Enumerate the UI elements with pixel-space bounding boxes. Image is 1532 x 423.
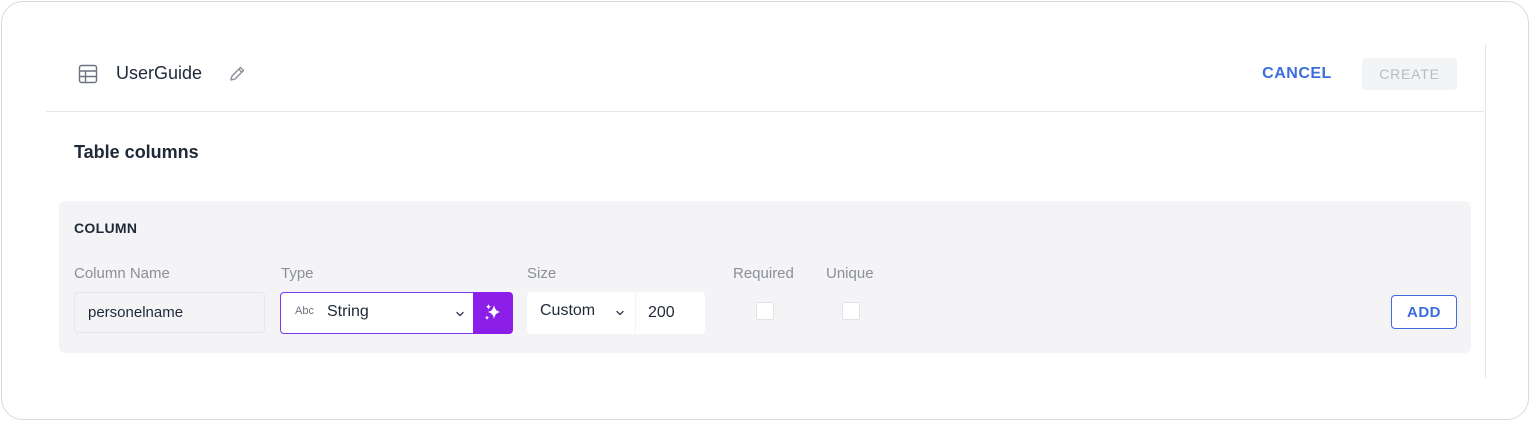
- magic-button[interactable]: [473, 292, 513, 334]
- chevron-down-icon: [456, 311, 464, 317]
- size-input[interactable]: [636, 292, 705, 334]
- pencil-icon[interactable]: [228, 65, 246, 83]
- sparkles-icon: [485, 304, 500, 320]
- type-value: String: [327, 303, 369, 320]
- unique-label: Unique: [826, 265, 874, 282]
- column-name-input[interactable]: [74, 292, 265, 333]
- size-mode-select[interactable]: Custom: [527, 292, 635, 334]
- type-label: Type: [281, 265, 314, 282]
- add-button[interactable]: ADD: [1391, 295, 1457, 329]
- panel-title: COLUMN: [74, 220, 138, 236]
- table-icon: [78, 64, 98, 84]
- chevron-down-icon: [616, 310, 624, 316]
- size-label: Size: [527, 265, 557, 282]
- required-checkbox[interactable]: [756, 302, 774, 320]
- abc-icon: Abc: [295, 305, 314, 317]
- create-button[interactable]: CREATE: [1362, 58, 1457, 90]
- vertical-divider: [1485, 44, 1486, 378]
- type-select[interactable]: Abc String: [280, 292, 473, 334]
- column-name-label: Column Name: [74, 265, 170, 282]
- required-label: Required: [733, 265, 794, 282]
- section-title: Table columns: [74, 142, 199, 162]
- column-panel: COLUMN Column Name Type Size Required Un…: [59, 201, 1471, 353]
- cancel-button[interactable]: CANCEL: [1254, 58, 1340, 90]
- size-mode-value: Custom: [540, 302, 596, 319]
- unique-checkbox[interactable]: [842, 302, 860, 320]
- header-bar: UserGuide CANCEL CREATE: [46, 44, 1484, 112]
- table-title: UserGuide: [116, 63, 203, 83]
